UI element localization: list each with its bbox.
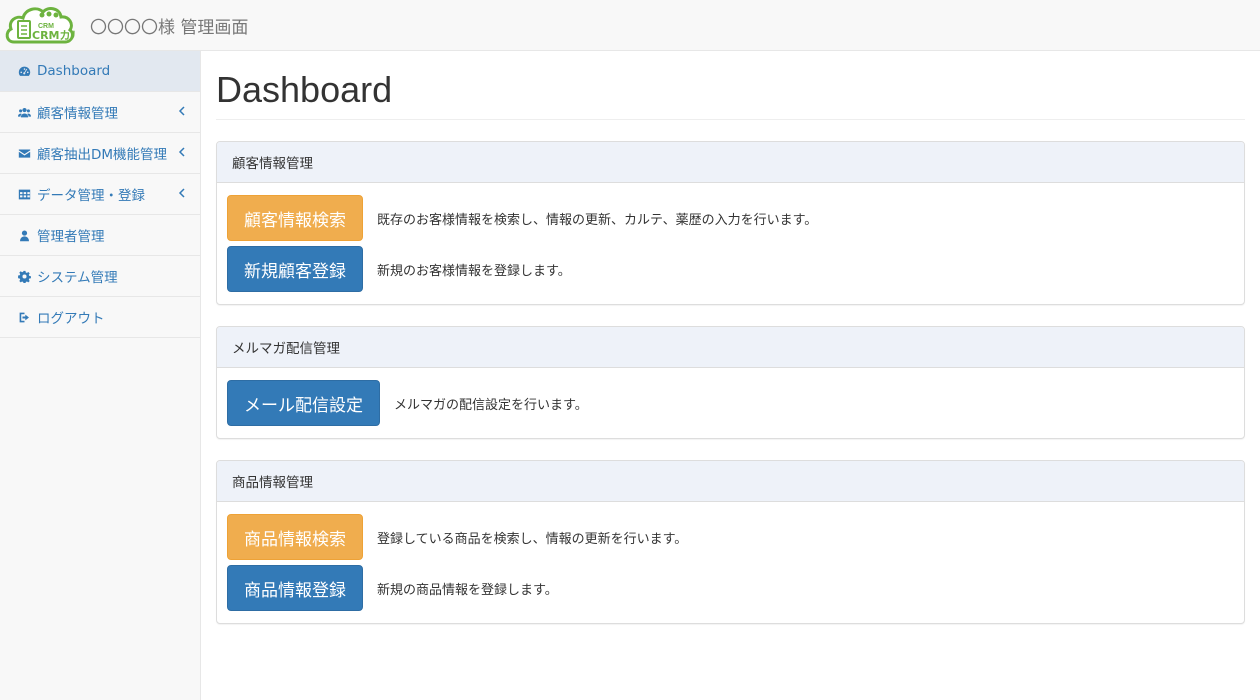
panel-body: 商品情報検索 登録している商品を検索し、情報の更新を行います。 商品情報登録 新… — [217, 502, 1244, 623]
chevron-left-icon — [178, 145, 186, 157]
dashboard-icon — [17, 64, 31, 78]
action-row: 商品情報登録 新規の商品情報を登録します。 — [227, 565, 1234, 611]
action-description: 既存のお客様情報を検索し、情報の更新、カルテ、薬歴の入力を行います。 — [377, 212, 818, 228]
panel-product-info: 商品情報管理 商品情報検索 登録している商品を検索し、情報の更新を行います。 商… — [216, 460, 1245, 624]
product-search-button[interactable]: 商品情報検索 — [227, 514, 363, 560]
sidebar-item-label: Dashboard — [37, 63, 111, 79]
mail-settings-button[interactable]: メール配信設定 — [227, 380, 380, 426]
sidebar-item-label: ログアウト — [37, 311, 105, 327]
svg-text:CRMカルテ: CRMカルテ — [32, 29, 76, 42]
action-description: 登録している商品を検索し、情報の更新を行います。 — [377, 531, 688, 547]
main-content: Dashboard 顧客情報管理 顧客情報検索 既存のお客様情報を検索し、情報の… — [216, 51, 1245, 624]
panel-heading: 顧客情報管理 — [217, 142, 1244, 183]
sidebar-item-system-management[interactable]: システム管理 — [0, 256, 200, 297]
panel-body: 顧客情報検索 既存のお客様情報を検索し、情報の更新、カルテ、薬歴の入力を行います… — [217, 183, 1244, 304]
panel-heading: メルマガ配信管理 — [217, 327, 1244, 368]
action-description: メルマガの配信設定を行います。 — [394, 397, 588, 413]
chevron-left-icon — [178, 186, 186, 198]
sidebar-item-label: システム管理 — [37, 270, 118, 286]
customer-search-button[interactable]: 顧客情報検索 — [227, 195, 363, 241]
action-row: 商品情報検索 登録している商品を検索し、情報の更新を行います。 — [227, 514, 1234, 560]
user-icon — [17, 228, 31, 242]
gear-icon — [17, 269, 31, 283]
sidebar-item-customer-management[interactable]: 顧客情報管理 — [0, 92, 200, 133]
sidebar-item-label: データ管理・登録 — [37, 188, 145, 204]
action-row: メール配信設定 メルマガの配信設定を行います。 — [227, 380, 1234, 426]
users-icon — [17, 105, 31, 119]
product-register-button[interactable]: 商品情報登録 — [227, 565, 363, 611]
sidebar-item-dm-management[interactable]: 顧客抽出DM機能管理 — [0, 133, 200, 174]
sidebar-item-data-management[interactable]: データ管理・登録 — [0, 174, 200, 215]
chevron-left-icon — [178, 104, 186, 116]
sidebar-item-label: 管理者管理 — [37, 229, 105, 245]
panel-mail-magazine: メルマガ配信管理 メール配信設定 メルマガの配信設定を行います。 — [216, 326, 1245, 439]
table-icon — [17, 187, 31, 201]
crm-karte-logo[interactable]: CRM CRMカルテ — [4, 2, 93, 48]
top-navbar: CRM CRMカルテ 〇〇〇〇様 管理画面 — [0, 0, 1260, 51]
action-description: 新規のお客様情報を登録します。 — [377, 263, 571, 279]
panel-body: メール配信設定 メルマガの配信設定を行います。 — [217, 368, 1244, 438]
panel-customer-info: 顧客情報管理 顧客情報検索 既存のお客様情報を検索し、情報の更新、カルテ、薬歴の… — [216, 141, 1245, 305]
page-title: Dashboard — [216, 51, 1245, 120]
action-row: 顧客情報検索 既存のお客様情報を検索し、情報の更新、カルテ、薬歴の入力を行います… — [227, 195, 1234, 241]
sidebar: Dashboard 顧客情報管理 顧客抽出DM機能管理 データ管理・登録 管理者… — [0, 51, 201, 700]
new-customer-button[interactable]: 新規顧客登録 — [227, 246, 363, 292]
action-row: 新規顧客登録 新規のお客様情報を登録します。 — [227, 246, 1234, 292]
sidebar-item-label: 顧客情報管理 — [37, 106, 118, 122]
envelope-icon — [17, 146, 31, 160]
logo-cloud-icon: CRM CRMカルテ — [5, 7, 93, 44]
panel-heading: 商品情報管理 — [217, 461, 1244, 502]
sign-out-icon — [17, 310, 31, 324]
sidebar-item-logout[interactable]: ログアウト — [0, 297, 200, 338]
sidebar-item-admin-management[interactable]: 管理者管理 — [0, 215, 200, 256]
action-description: 新規の商品情報を登録します。 — [377, 582, 558, 598]
sidebar-item-label: 顧客抽出DM機能管理 — [37, 147, 168, 163]
app-title[interactable]: 〇〇〇〇様 管理画面 — [90, 13, 248, 38]
sidebar-item-dashboard[interactable]: Dashboard — [0, 51, 200, 92]
